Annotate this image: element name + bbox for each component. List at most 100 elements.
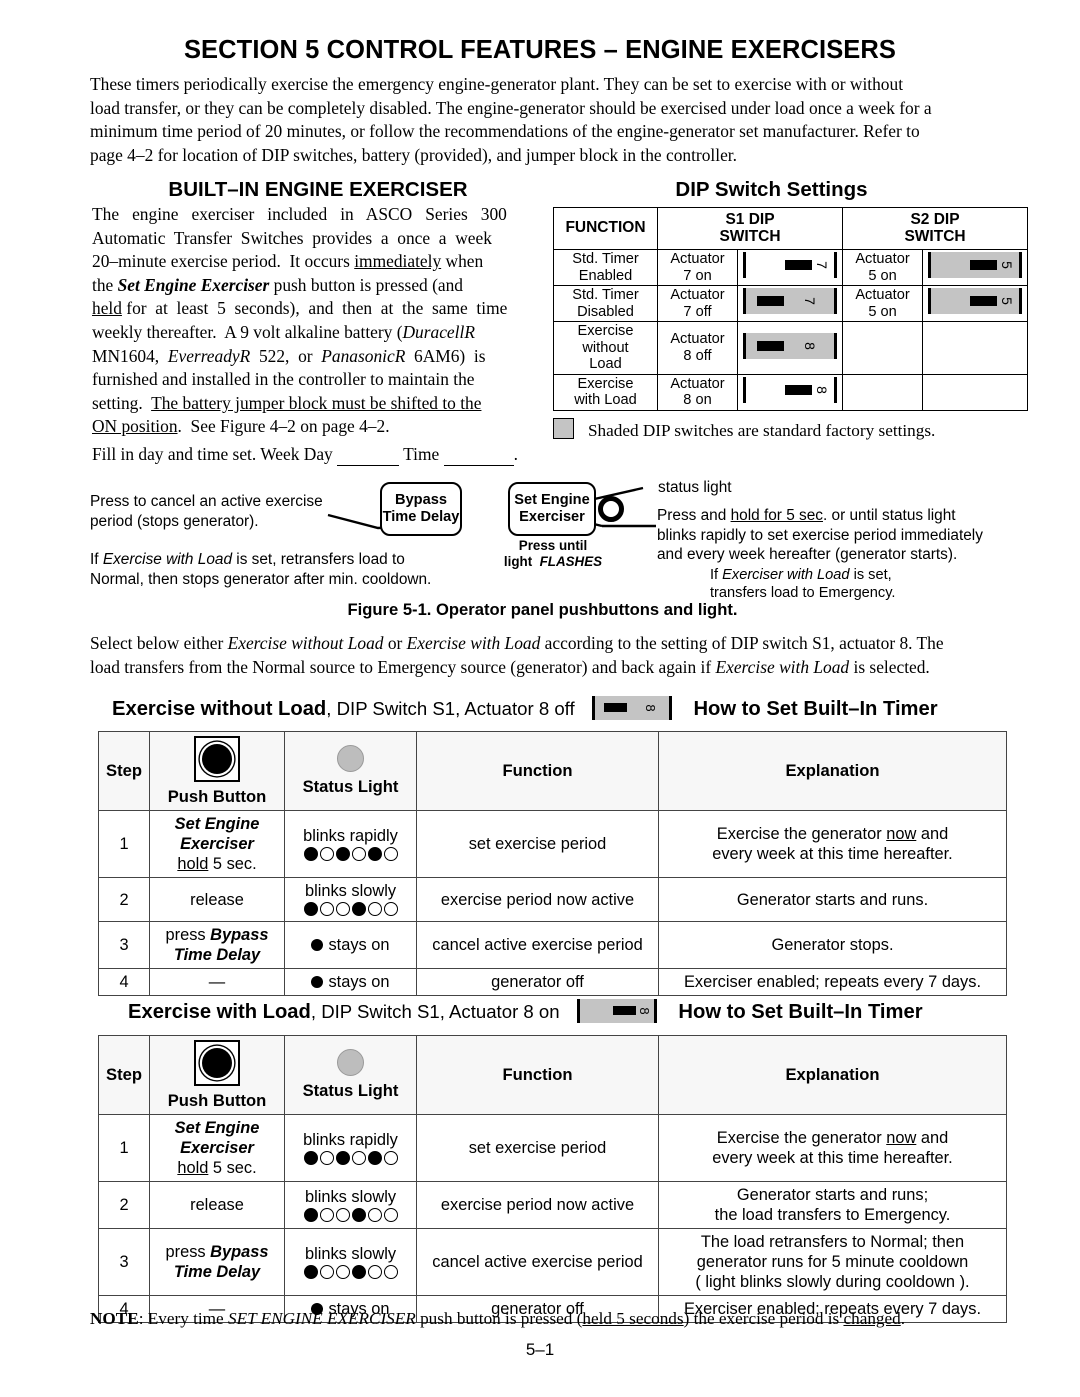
built-in-exerciser-heading: BUILT–IN ENGINE EXERCISER bbox=[168, 178, 468, 201]
cell-explanation: Exercise the generator now and every wee… bbox=[658, 1114, 1007, 1182]
cell-push-button: release bbox=[149, 877, 285, 922]
col-push-button-label: Push Button bbox=[167, 1090, 267, 1110]
set-engine-exerciser-button[interactable]: Set Engine Exerciser bbox=[508, 482, 596, 536]
table-row: 3 press Bypass Time Delay stays on cance… bbox=[98, 921, 1007, 969]
bypass-note-line1: Press to cancel an active exercise bbox=[90, 493, 323, 510]
cell-push-button: — bbox=[149, 968, 285, 996]
dip-actuator-number: 5 bbox=[999, 261, 1016, 270]
blink-pattern bbox=[289, 1264, 412, 1281]
exercise-without-load-table: Step Push Button Status Light Function E… bbox=[98, 731, 1007, 996]
bypass-note-line2: period (stops generator). bbox=[90, 512, 259, 530]
cell-step: 1 bbox=[98, 1114, 150, 1182]
bypass-annotation-2: If Exercise with Load is set, retransfer… bbox=[90, 550, 460, 589]
dip-s2-actuator-cell: Actuator 5 on bbox=[842, 249, 924, 286]
dip-col-s2-line2: SWITCH bbox=[904, 227, 966, 245]
page-title: SECTION 5 CONTROL FEATURES – ENGINE EXER… bbox=[183, 36, 897, 64]
dip-actuator-line: 7 on bbox=[683, 267, 712, 284]
dip-s1-actuator-cell: Actuator 8 on bbox=[657, 373, 738, 411]
dip-switch-settings-table: FUNCTION S1 DIP SWITCH S2 DIP SWITCH Std… bbox=[553, 207, 1029, 411]
table-row: 2 release blinks slowly exercise period … bbox=[98, 1181, 1007, 1229]
week-day-blank[interactable] bbox=[337, 443, 400, 466]
blink-pattern bbox=[289, 1207, 412, 1224]
cell-function: set exercise period bbox=[416, 810, 659, 878]
dip-s2-icon-cell-empty bbox=[922, 373, 1029, 411]
dip-function-line: Enabled bbox=[578, 267, 633, 284]
time-blank[interactable] bbox=[443, 443, 514, 466]
push-button-line2: Exerciser bbox=[180, 1139, 254, 1157]
note-underline-a: held 5 seconds bbox=[582, 1309, 684, 1328]
col-status-light: Status Light bbox=[284, 731, 417, 811]
push-button-line3: hold 5 sec. bbox=[177, 855, 257, 873]
status-text: stays on bbox=[328, 936, 390, 954]
cell-push-button: press Bypass Time Delay bbox=[149, 921, 285, 969]
cell-status-light: blinks slowly bbox=[284, 877, 417, 922]
status-text: stays on bbox=[328, 973, 390, 991]
cell-status-light: stays on bbox=[284, 968, 417, 996]
dip-actuator-icon bbox=[785, 260, 812, 271]
cell-push-button: Set Engine Exerciser hold 5 sec. bbox=[149, 810, 285, 878]
dip-switch-icon: 7 bbox=[743, 288, 837, 315]
status-text: blinks rapidly bbox=[303, 826, 398, 845]
dip-col-s1-line1: S1 DIP bbox=[725, 211, 775, 228]
push-button-icon bbox=[194, 735, 240, 782]
dip-function-line: Load bbox=[589, 356, 622, 372]
cell-function: cancel active exercise period bbox=[416, 921, 659, 969]
proc-heading-rest: , DIP Switch S1, Actuator 8 off bbox=[326, 698, 575, 719]
dip-actuator-number: 8 bbox=[814, 385, 830, 394]
dip-actuator-number: 8 bbox=[643, 704, 659, 712]
cell-push-button: Set Engine Exerciser hold 5 sec. bbox=[149, 1114, 285, 1182]
fill-in-middle: Time bbox=[403, 444, 440, 464]
note-text-c: ) the exercise period is bbox=[683, 1309, 844, 1328]
bypass-note2-line1: If Exercise with Load is set, retransfer… bbox=[90, 551, 405, 568]
body-line: the Set Engine Exerciser push button is … bbox=[92, 274, 463, 295]
dip-s2-icon-cell-empty bbox=[922, 321, 1029, 375]
figure-caption: Figure 5-1. Operator panel pushbuttons a… bbox=[347, 600, 738, 619]
dip-function-cell: Std. Timer Enabled bbox=[553, 249, 658, 286]
push-button-line1: press Bypass bbox=[165, 926, 269, 944]
col-status-light-label: Status Light bbox=[302, 1081, 399, 1100]
dip-actuator-icon bbox=[757, 340, 784, 351]
dip-col-s1-line2: SWITCH bbox=[719, 227, 781, 245]
dip-s1-actuator-cell: Actuator 7 on bbox=[657, 249, 738, 286]
proc-heading-title: Exercise with Load bbox=[128, 1001, 311, 1023]
cell-step: 3 bbox=[98, 921, 150, 969]
dip-actuator-line: 8 off bbox=[683, 347, 712, 364]
dip-col-s2-line1: S2 DIP bbox=[910, 211, 960, 228]
cell-explanation: The load retransfers to Normal; then gen… bbox=[658, 1228, 1007, 1296]
status-note2-line1: If Exerciser with Load is set, bbox=[710, 567, 892, 583]
status-light-icon bbox=[337, 1049, 364, 1076]
dip-actuator-number: 8 bbox=[637, 1007, 653, 1015]
dip-actuator-number: 7 bbox=[802, 297, 818, 306]
page-number: 5–1 bbox=[525, 1340, 555, 1359]
dip-table-header-row: FUNCTION S1 DIP SWITCH S2 DIP SWITCH bbox=[553, 207, 1029, 250]
dip-legend-text: Shaded DIP switches are standard factory… bbox=[588, 421, 936, 440]
explanation-line3: ( light blinks slowly during cooldown ). bbox=[695, 1273, 970, 1291]
body-line: MN1604, EverreadyR 522, or PanasonicR 6A… bbox=[92, 345, 486, 366]
bypass-note2-line2: Normal, then stops generator after min. … bbox=[90, 570, 432, 588]
cell-status-light: blinks rapidly bbox=[284, 1114, 417, 1182]
exercise-with-load-table: Step Push Button Status Light Function E… bbox=[98, 1035, 1007, 1323]
col-step: Step bbox=[98, 731, 150, 811]
cell-push-button: release bbox=[149, 1181, 285, 1229]
set-button-label-line1: Set Engine bbox=[514, 492, 590, 508]
push-button-line2: Exerciser bbox=[180, 835, 254, 853]
set-button-sub-line1: Press until bbox=[518, 538, 588, 553]
col-function: Function bbox=[416, 731, 659, 811]
col-push-button: Push Button bbox=[149, 731, 285, 811]
body-line: Automatic Transfer Switches provides a o… bbox=[92, 227, 492, 248]
col-explanation: Explanation bbox=[658, 731, 1007, 811]
dip-s1-actuator-cell: Actuator 7 off bbox=[657, 285, 738, 322]
intro-line: minimum time period of 20 minutes, or fo… bbox=[90, 121, 920, 141]
solid-light-icon bbox=[311, 976, 324, 988]
bypass-time-delay-button[interactable]: Bypass Time Delay bbox=[380, 482, 462, 536]
explanation-line1: Exercise the generator now and bbox=[716, 825, 949, 843]
dip-actuator-icon bbox=[970, 260, 998, 271]
status-light-icon bbox=[598, 496, 624, 522]
cell-explanation: Generator starts and runs. bbox=[658, 877, 1007, 922]
dip-col-s2: S2 DIP SWITCH bbox=[842, 207, 1029, 250]
dip-s2-actuator-cell-empty bbox=[842, 373, 924, 411]
push-button-line1: press Bypass bbox=[165, 1243, 269, 1261]
table-row: 3 press Bypass Time Delay blinks slowly … bbox=[98, 1228, 1007, 1296]
fill-in-prefix: Fill in day and time set. Week Day bbox=[92, 444, 333, 464]
cell-step: 3 bbox=[98, 1228, 150, 1296]
